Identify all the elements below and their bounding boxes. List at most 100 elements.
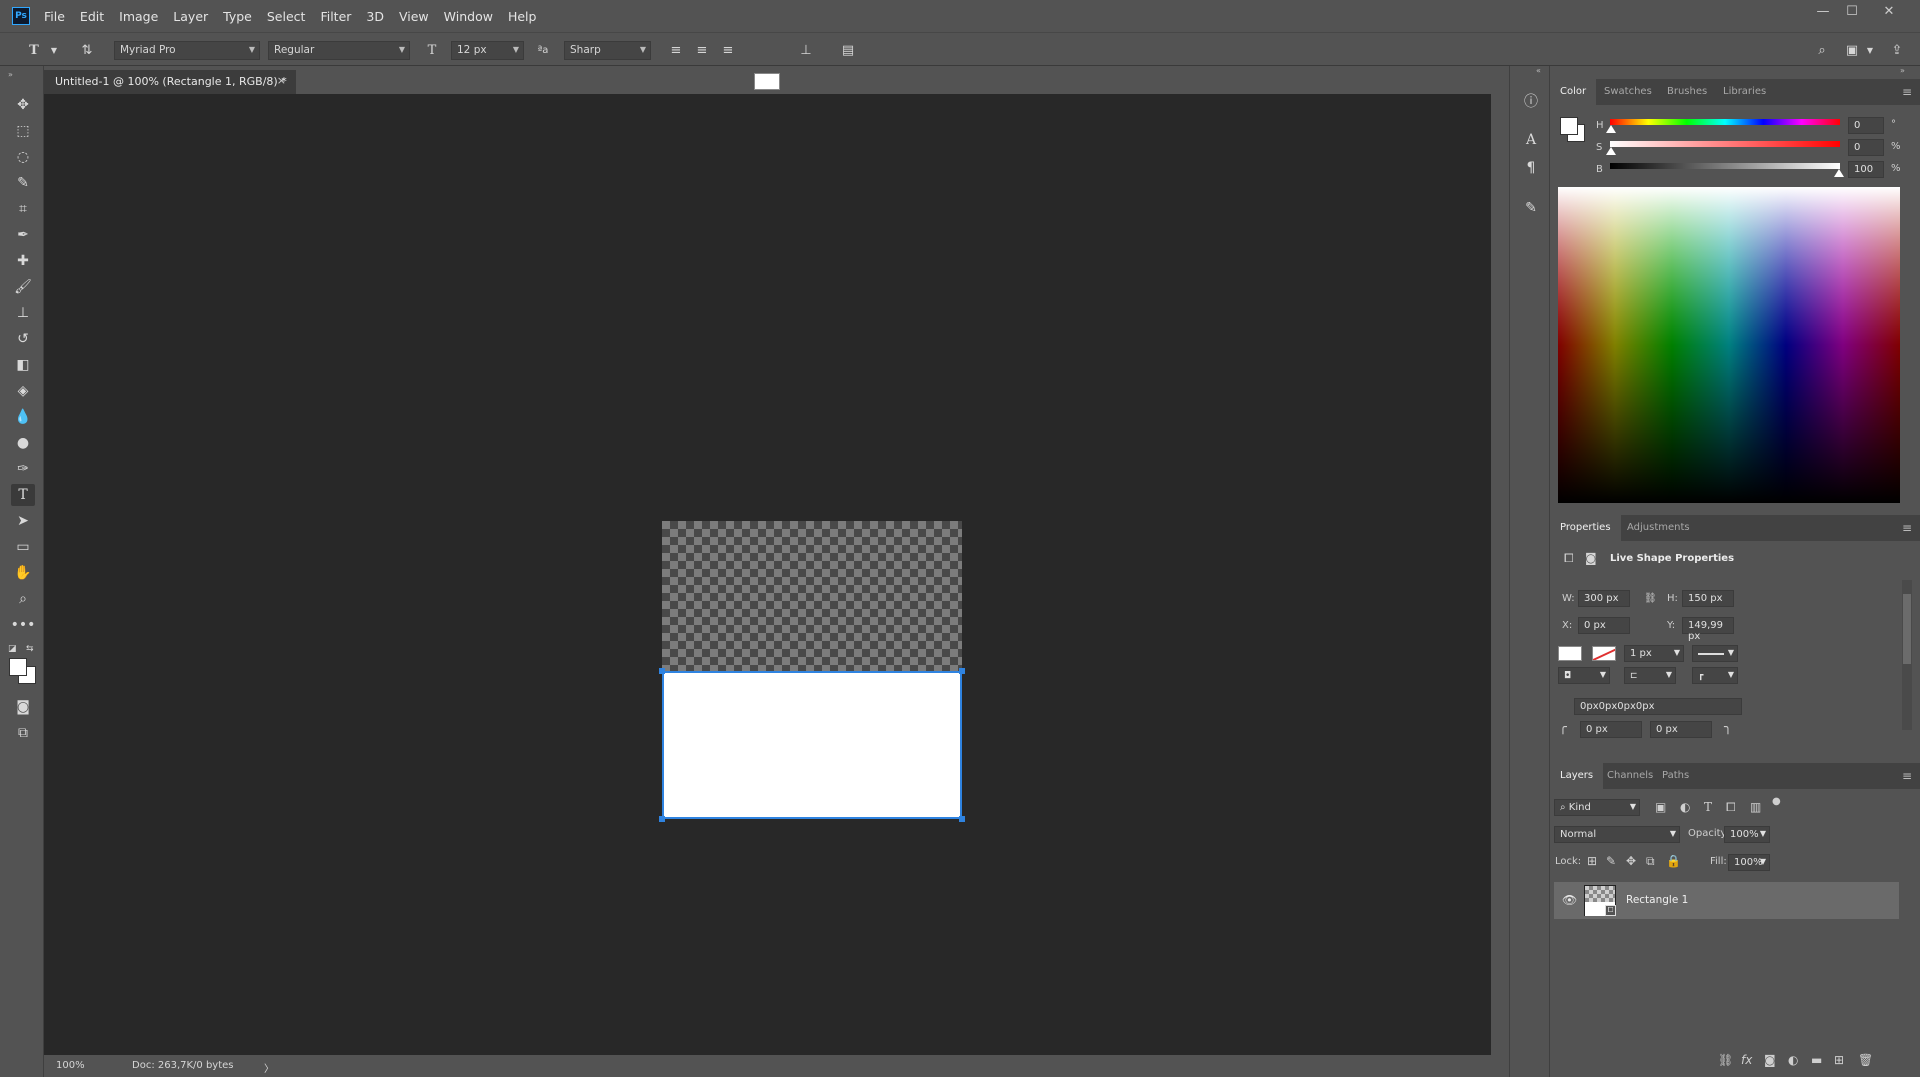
eye-icon[interactable]: 👁 [1562,893,1577,907]
x-field[interactable]: 0 px [1578,617,1630,634]
y-field[interactable]: 149,99 px [1682,617,1734,642]
pen-tool-icon[interactable]: ✑ [11,458,35,480]
font-style-select[interactable]: Regular ▼ [268,41,410,60]
maximize-button[interactable]: ☐ [1835,0,1869,22]
width-field[interactable]: 300 px [1578,590,1630,607]
saturation-slider-thumb[interactable] [1606,147,1616,155]
menu-view[interactable]: View [399,9,429,24]
dodge-tool-icon[interactable]: ● [11,432,35,454]
warp-text-icon[interactable]: ⊥ [796,42,816,60]
lock-position-icon[interactable]: ✥ [1626,854,1636,868]
tab-swatches[interactable]: Swatches [1594,79,1662,105]
brush-tool-icon[interactable]: 🖌 [11,276,35,298]
tab-libraries[interactable]: Libraries [1713,79,1776,105]
new-layer-icon[interactable]: ⊞ [1834,1053,1844,1067]
zoom-level[interactable]: 100% [56,1060,85,1071]
chevron-down-icon[interactable]: ▼ [1860,42,1880,60]
b-value-field[interactable]: 100 [1848,161,1884,178]
paragraph-icon[interactable]: ¶ [1521,158,1541,178]
swap-colors-icon[interactable]: ⇆ [26,644,34,654]
filter-toggle-icon[interactable]: ● [1772,796,1781,807]
menu-filter[interactable]: Filter [320,9,351,24]
stroke-cap-select[interactable]: ⊏ ▼ [1624,667,1676,684]
align-left-icon[interactable]: ≡ [666,42,686,60]
stroke-corner-select[interactable]: ┏ ▼ [1692,667,1738,684]
history-brush-tool-icon[interactable]: ↺ [11,328,35,350]
filter-smart-object-icon[interactable]: ▥ [1750,800,1761,814]
share-icon[interactable]: ⇪ [1887,42,1907,60]
blend-mode-select[interactable]: Normal ▼ [1554,826,1680,843]
tab-brushes[interactable]: Brushes [1657,79,1717,105]
menu-select[interactable]: Select [267,9,306,24]
corner-radius-combined-field[interactable]: 0px0px0px0px [1574,698,1742,715]
blur-tool-icon[interactable]: 💧 [11,406,35,428]
text-color-swatch[interactable] [754,73,780,90]
foreground-color-swatch[interactable] [9,658,27,676]
healing-brush-tool-icon[interactable]: ✚ [11,250,35,272]
brush-settings-icon[interactable]: ✎ [1521,198,1541,218]
path-selection-tool-icon[interactable]: ➤ [11,510,35,532]
menu-window[interactable]: Window [444,9,493,24]
lock-transparency-icon[interactable]: ⊞ [1587,854,1597,868]
panel-menu-icon[interactable]: ≡ [1902,769,1912,783]
menu-file[interactable]: File [44,9,65,24]
rectangle-tool-icon[interactable]: ▭ [11,536,35,558]
stroke-type-select[interactable]: ▼ [1692,645,1738,662]
type-tool-icon[interactable]: T [11,484,35,506]
adjustment-layer-icon[interactable]: ◐ [1788,1053,1798,1067]
close-document-icon[interactable]: × [277,74,286,87]
transform-handle[interactable] [659,816,665,822]
paint-bucket-tool-icon[interactable]: ◈ [11,380,35,402]
text-orientation-icon[interactable]: ⇅ [77,42,97,60]
eyedropper-tool-icon[interactable]: ✒ [11,224,35,246]
character-icon[interactable]: A [1521,130,1541,150]
align-right-icon[interactable]: ≡ [718,42,738,60]
type-tool-preset-icon[interactable]: T [24,42,44,60]
align-center-icon[interactable]: ≡ [692,42,712,60]
new-group-icon[interactable]: ▬ [1811,1053,1822,1067]
antialias-select[interactable]: Sharp ▼ [564,41,651,60]
document-tab[interactable]: Untitled-1 @ 100% (Rectangle 1, RGB/8) *… [44,70,296,94]
add-mask-icon[interactable]: ◙ [1764,1053,1776,1067]
stamp-tool-icon[interactable]: ⊥ [11,302,35,324]
quick-mask-icon[interactable]: ◙ [11,696,35,718]
hue-slider[interactable] [1610,119,1840,125]
crop-tool-icon[interactable]: ⌗ [11,198,35,220]
layer-row[interactable]: 👁 ⧠ Rectangle 1 [1554,882,1899,919]
tab-properties[interactable]: Properties [1550,515,1621,541]
expand-icon[interactable]: » [8,70,13,79]
close-button[interactable]: ✕ [1872,0,1906,22]
rectangle-1-shape[interactable] [662,671,962,819]
hue-slider-thumb[interactable] [1606,125,1616,133]
lock-all-icon[interactable]: 🔒 [1666,854,1681,868]
chevron-down-icon[interactable]: ▼ [44,42,64,60]
menu-help[interactable]: Help [508,9,537,24]
layer-style-icon[interactable]: fx [1741,1053,1752,1067]
more-tools-icon[interactable]: ••• [11,614,36,636]
lasso-tool-icon[interactable]: ◌ [11,146,35,168]
lock-pixels-icon[interactable]: ✎ [1606,854,1616,868]
canvas-area[interactable] [44,94,1491,1055]
filter-shape-icon[interactable]: ⧠ [1726,800,1736,815]
corner-radius-right-field[interactable]: 0 px [1650,721,1712,738]
h-value-field[interactable]: 0 [1848,117,1884,134]
character-panel-icon[interactable]: ▤ [838,42,858,60]
corner-radius-left-field[interactable]: 0 px [1580,721,1642,738]
menu-type[interactable]: Type [223,9,252,24]
transform-handle[interactable] [959,668,965,674]
properties-scrollbar[interactable] [1902,580,1912,730]
tab-color[interactable]: Color [1550,79,1597,105]
link-icon[interactable]: ⛓ [1644,593,1657,604]
info-icon[interactable]: ⓘ [1521,92,1541,112]
layer-filter-select[interactable]: ⌕ Kind ▼ [1554,799,1640,816]
move-tool-icon[interactable]: ✥ [11,94,35,116]
hand-tool-icon[interactable]: ✋ [11,562,35,584]
stroke-width-select[interactable]: 1 px ▼ [1624,645,1684,662]
font-size-select[interactable]: 12 px ▼ [451,41,524,60]
collapse-icon[interactable]: « [1536,66,1541,75]
font-family-select[interactable]: Myriad Pro ▼ [114,41,260,60]
panel-menu-icon[interactable]: ≡ [1902,85,1912,99]
filter-type-icon[interactable]: T [1704,800,1712,814]
brightness-slider-thumb[interactable] [1834,169,1844,177]
tab-adjustments[interactable]: Adjustments [1617,515,1700,541]
